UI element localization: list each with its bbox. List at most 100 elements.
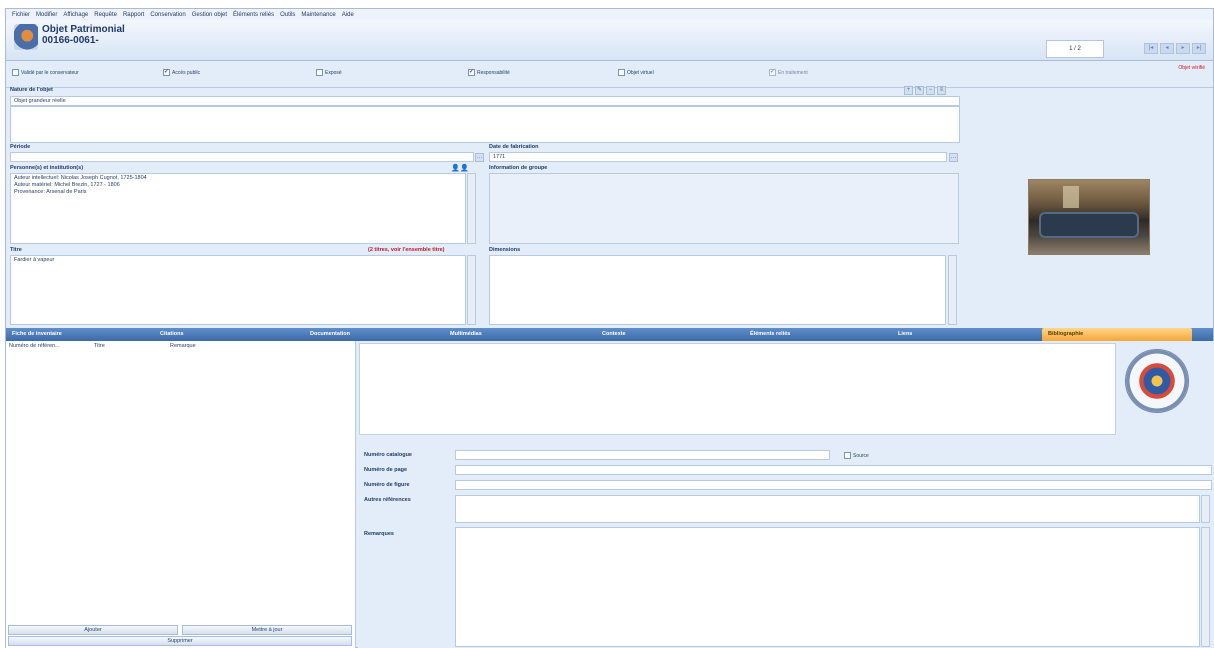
record-number: 00166-0061-	[42, 35, 99, 46]
checkbox-valide[interactable]: Validé par le conservateur	[12, 69, 79, 76]
menu-rapport[interactable]: Rapport	[123, 12, 144, 18]
nature-label: Nature de l'objet	[10, 87, 53, 93]
checkbox-label: Objet virtuel	[627, 69, 654, 76]
checkbox-box-checked: ✓	[163, 69, 170, 76]
page-title: Objet Patrimonial	[42, 24, 125, 35]
remarks-label: Remarques	[364, 531, 394, 537]
menu-maintenance[interactable]: Maintenance	[301, 12, 335, 18]
tab-citations[interactable]: Citations	[154, 328, 304, 341]
personnes-field[interactable]: Auteur intellectuel: Nicolas Joseph Cugn…	[10, 173, 466, 244]
checkbox-box-checked: ✓	[468, 69, 475, 76]
bibliography-detail: Numéro catalogue Source Numéro de page N…	[358, 341, 1214, 648]
previous-record-icon[interactable]: ◂	[1160, 43, 1174, 54]
checkbox-box	[12, 69, 19, 76]
object-photo[interactable]	[1028, 179, 1150, 255]
nature-details-area[interactable]	[10, 106, 960, 143]
menu-bar: Fichier Modifier Affichage Requête Rappo…	[6, 9, 1213, 20]
periode-label: Période	[10, 144, 31, 150]
titre-scrollbar[interactable]	[467, 255, 476, 325]
dimensions-label: Dimensions	[489, 247, 521, 253]
add-button[interactable]: Ajouter	[8, 625, 178, 635]
globe-logo-icon	[1125, 349, 1189, 413]
menu-aide[interactable]: Aide	[342, 12, 354, 18]
edit-icon[interactable]: ✎	[915, 86, 924, 95]
menu-modifier[interactable]: Modifier	[36, 12, 57, 18]
checkbox-label: Exposé	[325, 69, 342, 76]
other-refs-field[interactable]	[455, 495, 1200, 523]
dimensions-field[interactable]	[489, 255, 946, 325]
tab-bibliographie[interactable]: Bibliographie	[1042, 328, 1192, 341]
tab-documentation[interactable]: Documentation	[304, 328, 444, 341]
application-window: Fichier Modifier Affichage Requête Rappo…	[5, 8, 1214, 648]
update-button[interactable]: Mettre à jour	[182, 625, 352, 635]
periode-dropdown-icon[interactable]: …	[475, 153, 484, 162]
catalog-label: Numéro catalogue	[364, 452, 412, 458]
other-refs-scrollbar[interactable]	[1201, 495, 1210, 523]
periode-field[interactable]	[10, 152, 474, 162]
menu-elements-relies[interactable]: Éléments reliés	[233, 12, 274, 18]
menu-outils[interactable]: Outils	[280, 12, 295, 18]
menu-icon[interactable]: ≡	[937, 86, 946, 95]
checkbox-box	[316, 69, 323, 76]
tab-fiche-inventaire[interactable]: Fiche de inventaire	[6, 328, 154, 341]
next-record-icon[interactable]: ▸	[1176, 43, 1190, 54]
page-number-label: Numéro de page	[364, 467, 408, 473]
remove-icon[interactable]: −	[926, 86, 935, 95]
titre-label: Titre	[10, 247, 22, 253]
page-number-field[interactable]	[455, 465, 1212, 475]
record-counter: 1 / 2	[1046, 40, 1104, 58]
other-refs-label: Autres références	[364, 497, 411, 503]
checkbox-responsabilite[interactable]: ✓ Responsabilité	[468, 69, 510, 76]
person-add-icon[interactable]: 👤	[460, 164, 469, 172]
menu-affichage[interactable]: Affichage	[63, 12, 88, 18]
figure-number-label: Numéro de figure	[364, 482, 410, 488]
checkbox-acces-public[interactable]: ✓ Accès public	[163, 69, 200, 76]
checkbox-box	[844, 452, 851, 459]
remarks-scrollbar[interactable]	[1201, 527, 1210, 647]
checkbox-objet-virtuel[interactable]: Objet virtuel	[618, 69, 654, 76]
menu-conservation[interactable]: Conservation	[150, 12, 185, 18]
status-warning: Objet vérifié	[1178, 65, 1205, 71]
checkbox-label: Accès public	[172, 69, 201, 76]
checkbox-en-traitement[interactable]: ✓ En traitement	[769, 69, 808, 76]
checkbox-expose[interactable]: Exposé	[316, 69, 342, 76]
column-header-remarque[interactable]: Remarque	[170, 343, 196, 349]
titre-note[interactable]: (2 titres, voir l'ensemble titre)	[368, 247, 445, 253]
date-fabrication-label: Date de fabrication	[489, 144, 539, 150]
status-checkbox-row: Validé par le conservateur ✓ Accès public…	[6, 62, 1213, 88]
last-record-icon[interactable]: ▸|	[1192, 43, 1206, 54]
bibliography-list[interactable]: Numéro de référen... Titre Remarque Ajou…	[6, 341, 356, 648]
checkbox-source[interactable]: Source	[844, 452, 869, 459]
menu-gestion-objet[interactable]: Gestion objet	[192, 12, 227, 18]
add-icon[interactable]: +	[904, 86, 913, 95]
personnes-scrollbar[interactable]	[467, 173, 476, 244]
checkbox-label: Responsabilité	[477, 69, 510, 76]
tab-multimedias[interactable]: Multimédias	[444, 328, 596, 341]
tab-elements-relies[interactable]: Éléments reliés	[744, 328, 892, 341]
first-record-icon[interactable]: |◂	[1144, 43, 1158, 54]
record-header: Objet Patrimonial 00166-0061- 1 / 2 |◂ ◂…	[6, 20, 1213, 61]
menu-requete[interactable]: Requête	[94, 12, 117, 18]
checkbox-label: Source	[853, 452, 869, 459]
tab-bar: Fiche de inventaire Citations Documentat…	[6, 328, 1213, 341]
tab-liens[interactable]: Liens	[892, 328, 1042, 341]
date-dropdown-icon[interactable]: …	[949, 153, 958, 162]
checkbox-label: Validé par le conservateur	[21, 69, 79, 76]
titre-field[interactable]: Fardier à vapeur	[10, 255, 466, 325]
remarks-field[interactable]	[455, 527, 1200, 647]
column-header-titre[interactable]: Titre	[94, 343, 105, 349]
checkbox-label: En traitement	[778, 69, 808, 76]
reference-preview	[359, 343, 1116, 435]
dimensions-scrollbar[interactable]	[948, 255, 957, 325]
delete-button[interactable]: Supprimer	[8, 636, 352, 646]
nature-field[interactable]: Objet grandeur réelle	[10, 96, 960, 106]
column-header-reference[interactable]: Numéro de référen...	[9, 343, 60, 349]
tab-contexte[interactable]: Contexte	[596, 328, 744, 341]
person-icon[interactable]: 👤	[451, 164, 460, 172]
checkbox-box-checked: ✓	[769, 69, 776, 76]
catalog-field[interactable]	[455, 450, 830, 460]
date-fabrication-field[interactable]: 1771	[489, 152, 947, 162]
menu-fichier[interactable]: Fichier	[12, 12, 30, 18]
figure-number-field[interactable]	[455, 480, 1212, 490]
info-groupe-label: Information de groupe	[489, 165, 548, 171]
